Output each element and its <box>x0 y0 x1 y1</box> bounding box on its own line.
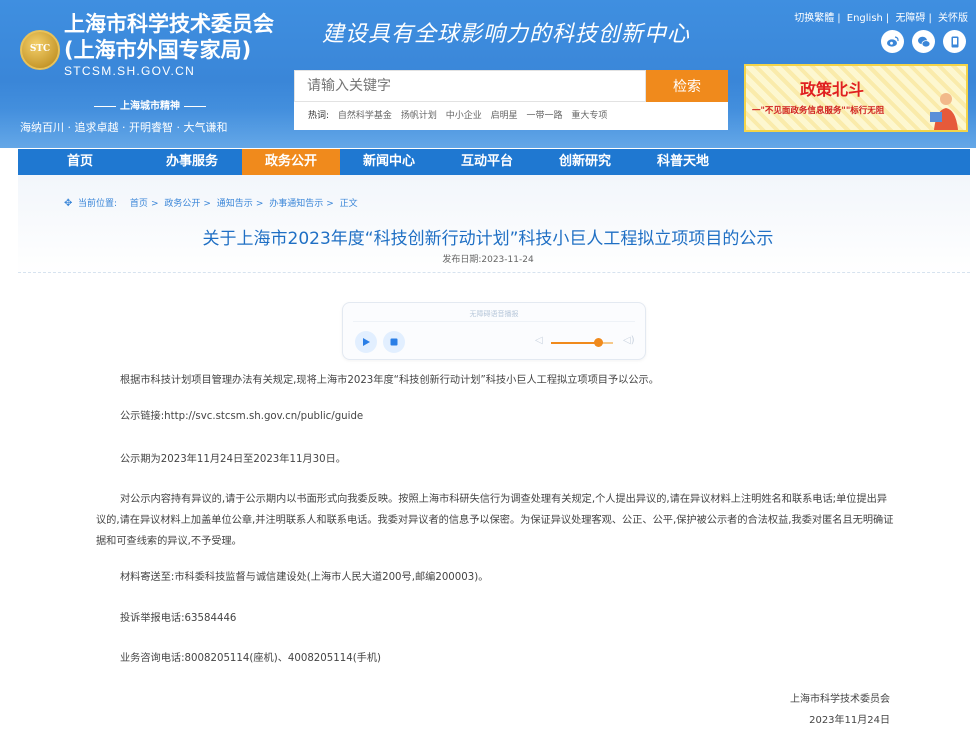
article-paragraph: 公示期为2023年11月24日至2023年11月30日。 <box>120 454 346 465</box>
site-logo[interactable]: STC <box>20 30 60 70</box>
volume-high-icon: ◁) <box>623 335 635 346</box>
org-name-line1: 上海市科学技术委员会 <box>64 12 274 36</box>
nav-item-science[interactable]: 科普天地 <box>634 149 732 175</box>
link-care-mode[interactable]: 关怀版 <box>938 13 968 24</box>
site-header: STC 上海市科学技术委员会 (上海市外国专家局) STCSM.SH.GOV.C… <box>0 0 976 148</box>
publish-date: 发布日期:2023-11-24 <box>442 255 534 265</box>
signature-org: 上海市科学技术委员会 <box>790 694 890 705</box>
search-button[interactable]: 检索 <box>646 70 728 102</box>
logo-text: STC <box>29 44 51 54</box>
banner-title: 政策北斗 <box>800 80 865 99</box>
article-paragraph: 业务咨询电话:8008205114(座机)、4008205114(手机) <box>120 653 382 664</box>
banner-subtitle: 一"不见面政务信息服务""标行无阻 <box>752 106 885 116</box>
link-separator: | <box>837 13 841 24</box>
article-title: 关于上海市2023年度“科技创新行动计划”科技小巨人工程拟立项项目的公示 <box>202 229 774 249</box>
social-icons <box>881 30 966 53</box>
title-divider <box>18 272 970 273</box>
link-traditional-chinese[interactable]: 切换繁體 <box>794 13 834 24</box>
breadcrumb-government-affairs[interactable]: 政务公开 <box>164 199 200 209</box>
hot-word-link[interactable]: 一带一路 <box>526 111 562 121</box>
link-separator: | <box>928 13 932 24</box>
breadcrumb-label: 当前位置: <box>78 199 118 209</box>
policy-banner[interactable]: 政策北斗 一"不见面政务信息服务""标行无阻 <box>744 64 968 132</box>
hot-word-link[interactable]: 重大专项 <box>571 111 607 121</box>
nav-item-services[interactable]: 办事服务 <box>142 149 242 175</box>
player-label: 无障碍语音播报 <box>469 310 519 318</box>
link-separator: | <box>885 13 890 24</box>
top-utility-links: 切换繁體 | English | 无障碍 | 关怀版 <box>794 9 968 24</box>
city-spirit-text: 海纳百川 · 追求卓越 · 开明睿智 · 大气谦和 <box>20 121 228 134</box>
main-nav: 首页 办事服务 政务公开 新闻中心 互动平台 创新研究 科普天地 <box>18 149 970 175</box>
stop-icon <box>390 338 398 346</box>
banner-person-illustration <box>930 93 958 130</box>
article-paragraph: 材料寄送至:市科委科技监督与诚信建设处(上海市人民大道200号,邮编200003… <box>120 572 489 583</box>
nav-item-research[interactable]: 创新研究 <box>536 149 634 175</box>
breadcrumb-notices[interactable]: 通知告示 <box>217 199 253 209</box>
header-slogan: 建设具有全球影响力的科技创新中心 <box>322 22 691 47</box>
nav-item-home[interactable]: 首页 <box>18 149 142 175</box>
weibo-icon[interactable] <box>881 30 904 53</box>
breadcrumb-separator: > <box>255 199 264 209</box>
city-spirit-title: 上海城市精神 <box>90 97 210 112</box>
nav-item-government-affairs[interactable]: 政务公开 <box>242 149 340 175</box>
breadcrumb-current: 正文 <box>339 199 358 209</box>
hot-words-label: 热词: <box>308 111 330 121</box>
breadcrumb-home[interactable]: 首页 <box>130 199 148 209</box>
breadcrumb-separator: > <box>203 199 211 209</box>
nav-item-interaction[interactable]: 互动平台 <box>438 149 536 175</box>
stop-button[interactable] <box>383 331 405 353</box>
wechat-icon[interactable] <box>912 30 935 53</box>
hot-word-link[interactable]: 扬帆计划 <box>401 111 437 121</box>
link-english[interactable]: English <box>847 13 883 24</box>
hot-word-link[interactable]: 自然科学基金 <box>338 111 392 121</box>
signature-date: 2023年11月24日 <box>809 715 890 726</box>
search-input[interactable] <box>294 70 646 102</box>
hot-word-link[interactable]: 启明星 <box>491 111 518 121</box>
site-domain: STCSM.SH.GOV.CN <box>64 64 196 78</box>
play-icon <box>363 338 370 346</box>
article-paragraph: 投诉举报电话:63584446 <box>120 613 237 624</box>
org-name-line2: (上海市外国专家局) <box>64 38 252 62</box>
breadcrumb: ✥ 当前位置: 首页 > 政务公开 > 通知告示 > 办事通知告示 > 正文 <box>64 196 358 209</box>
player-divider <box>353 321 635 322</box>
volume-low-icon: ◁ <box>535 335 543 346</box>
announcement-link[interactable]: 公示链接:http://svc.stcsm.sh.gov.cn/public/g… <box>96 406 896 427</box>
location-icon: ✥ <box>64 198 73 209</box>
breadcrumb-service-notices[interactable]: 办事通知告示 <box>269 199 323 209</box>
article-paragraph: 根据市科技计划项目管理办法有关规定,现将上海市2023年度“科技创新行动计划”科… <box>120 375 659 386</box>
hot-word-link[interactable]: 中小企业 <box>446 111 482 121</box>
article-paragraph: 对公示内容持有异议的,请于公示期内以书面形式向我委反映。按照上海市科研失信行为调… <box>96 494 894 547</box>
volume-knob[interactable] <box>593 338 603 347</box>
nav-item-news[interactable]: 新闻中心 <box>340 149 438 175</box>
app-icon[interactable] <box>943 30 966 53</box>
play-button[interactable] <box>355 331 377 353</box>
volume-fill <box>551 342 598 344</box>
hot-words-bar: 热词: 自然科学基金 扬帆计划 中小企业 启明星 一带一路 重大专项 <box>294 102 728 130</box>
audio-player: 无障碍语音播报 ◁ ◁) <box>342 302 646 360</box>
link-accessibility[interactable]: 无障碍 <box>895 13 925 24</box>
breadcrumb-separator: > <box>326 199 334 209</box>
breadcrumb-separator: > <box>150 199 159 209</box>
